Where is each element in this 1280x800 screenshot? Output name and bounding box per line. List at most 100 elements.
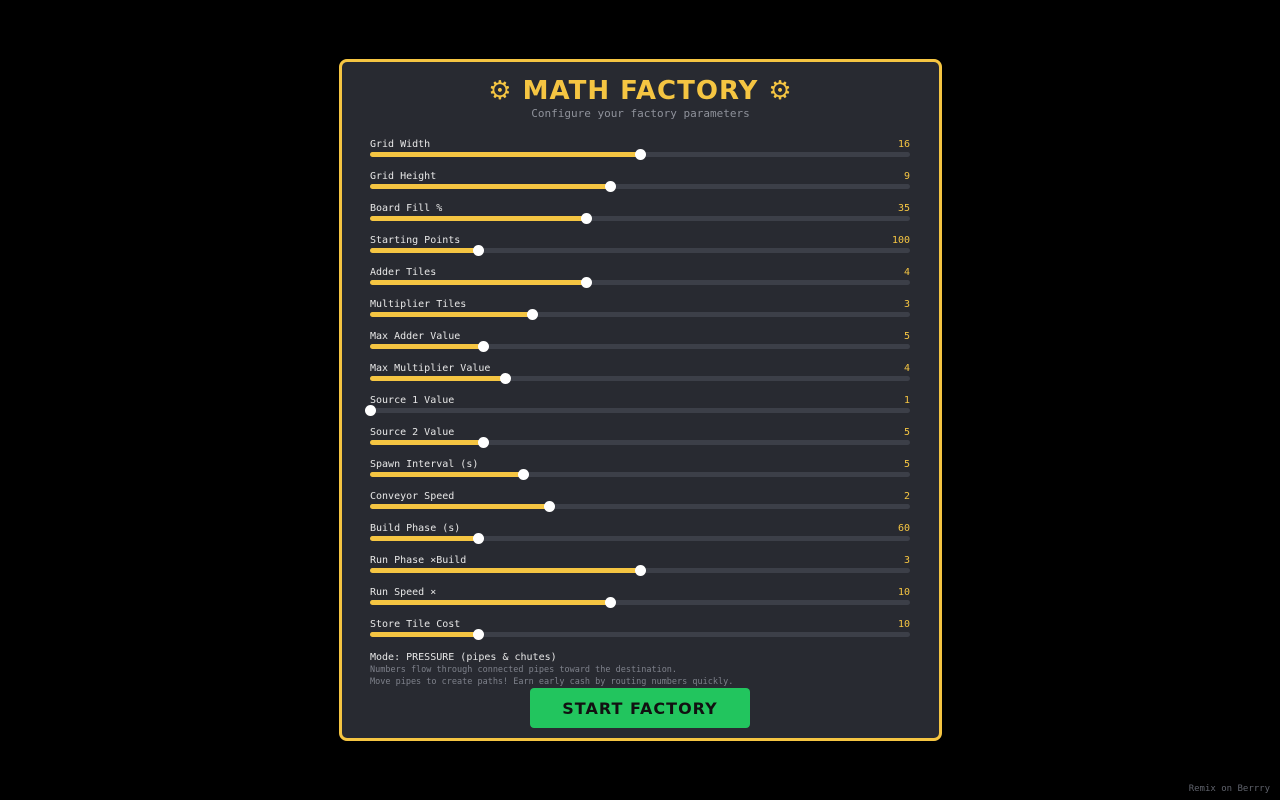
slider-fill (370, 344, 484, 349)
slider-adder-tiles: Adder Tiles 4 (370, 266, 910, 298)
slider-thumb[interactable] (634, 149, 646, 160)
page-title: ⚙ MATH FACTORY ⚙ (488, 76, 793, 106)
slider-grid-height: Grid Height 9 (370, 170, 910, 202)
settings-panel: ⚙ MATH FACTORY ⚙ Configure your factory … (339, 59, 942, 741)
slider-fill (370, 536, 478, 541)
slider-thumb[interactable] (477, 437, 489, 448)
slider-thumb[interactable] (544, 501, 556, 512)
slider-value: 10 (897, 619, 910, 630)
slider-source-2-value: Source 2 Value 5 (370, 426, 910, 458)
slider-fill (370, 312, 532, 317)
start-factory-button[interactable]: START FACTORY (530, 688, 750, 728)
slider-run-phase-build: Run Phase ×Build 3 (370, 554, 910, 586)
slider-track[interactable] (370, 277, 910, 288)
page-subtitle: Configure your factory parameters (531, 107, 750, 120)
slider-track[interactable] (370, 341, 910, 352)
slider-label: Multiplier Tiles (370, 299, 467, 310)
slider-fill (370, 632, 478, 637)
remix-link[interactable]: Remix on Berrry (1189, 783, 1270, 795)
slider-value: 10 (897, 587, 910, 598)
slider-fill (370, 504, 550, 509)
slider-thumb[interactable] (580, 213, 592, 224)
slider-track[interactable] (370, 629, 910, 640)
slider-thumb[interactable] (580, 277, 592, 288)
slider-thumb[interactable] (518, 469, 530, 480)
slider-label: Starting Points (370, 235, 461, 246)
slider-conveyor-speed: Conveyor Speed 2 (370, 490, 910, 522)
slider-value: 3 (903, 299, 910, 310)
slider-thumb[interactable] (364, 405, 376, 416)
slider-value: 16 (897, 139, 910, 150)
slider-value: 60 (897, 523, 910, 534)
slider-value: 100 (891, 235, 910, 246)
slider-label: Grid Width (370, 139, 431, 150)
slider-track[interactable] (370, 213, 910, 224)
slider-thumb[interactable] (499, 373, 511, 384)
slider-track[interactable] (370, 469, 910, 480)
slider-board-fill: Board Fill % 35 (370, 202, 910, 234)
slider-label: Spawn Interval (s) (370, 459, 479, 470)
slider-fill (370, 376, 505, 381)
slider-thumb[interactable] (604, 597, 616, 608)
slider-track[interactable] (370, 373, 910, 384)
slider-track[interactable] (370, 597, 910, 608)
slider-label: Run Phase ×Build (370, 555, 467, 566)
slider-thumb[interactable] (634, 565, 646, 576)
mode-description-line: Numbers flow through connected pipes tow… (370, 665, 678, 675)
slider-label: Grid Height (370, 171, 437, 182)
slider-value: 5 (903, 459, 910, 470)
slider-label: Build Phase (s) (370, 523, 461, 534)
slider-track[interactable] (370, 309, 910, 320)
slider-grid-width: Grid Width 16 (370, 138, 910, 170)
slider-label: Adder Tiles (370, 267, 437, 278)
slider-fill (370, 248, 478, 253)
slider-track[interactable] (364, 405, 910, 416)
slider-fill (370, 600, 611, 605)
slider-label: Board Fill % (370, 203, 443, 214)
slider-starting-points: Starting Points 100 (370, 234, 910, 266)
slider-multiplier-tiles: Multiplier Tiles 3 (370, 298, 910, 330)
slider-fill (370, 184, 611, 189)
slider-label: Max Adder Value (370, 331, 461, 342)
slider-track[interactable] (370, 437, 910, 448)
slider-spawn-interval-s: Spawn Interval (s) 5 (370, 458, 910, 490)
slider-thumb[interactable] (472, 245, 484, 256)
slider-track[interactable] (370, 149, 910, 160)
slider-label: Conveyor Speed (370, 491, 455, 502)
slider-track[interactable] (370, 501, 910, 512)
slider-fill (370, 152, 640, 157)
slider-track[interactable] (370, 181, 910, 192)
slider-label: Max Multiplier Value (370, 363, 491, 374)
slider-fill (370, 280, 586, 285)
slider-value: 2 (903, 491, 910, 502)
slider-thumb[interactable] (472, 533, 484, 544)
slider-track[interactable] (370, 245, 910, 256)
slider-source-1-value: Source 1 Value 1 (364, 394, 910, 426)
slider-label: Run Speed × (370, 587, 437, 598)
slider-fill (370, 568, 640, 573)
slider-thumb[interactable] (604, 181, 616, 192)
slider-thumb[interactable] (472, 629, 484, 640)
slider-track[interactable] (370, 565, 910, 576)
slider-fill (370, 472, 524, 477)
slider-thumb[interactable] (477, 341, 489, 352)
mode-label: Mode: PRESSURE (pipes & chutes) (370, 652, 557, 663)
slider-value: 4 (903, 363, 910, 374)
slider-fill (370, 216, 586, 221)
slider-thumb[interactable] (526, 309, 538, 320)
slider-value: 9 (903, 171, 910, 182)
mode-description-line: Move pipes to create paths! Earn early c… (370, 677, 734, 687)
slider-track[interactable] (370, 533, 910, 544)
slider-max-adder-value: Max Adder Value 5 (370, 330, 910, 362)
slider-list: Grid Width 16 Grid Height 9 Board Fill % 35 St… (364, 138, 910, 650)
slider-label: Source 1 Value (370, 395, 455, 406)
slider-value: 4 (903, 267, 910, 278)
slider-value: 5 (903, 331, 910, 342)
slider-max-multiplier-value: Max Multiplier Value 4 (370, 362, 910, 394)
slider-value: 35 (897, 203, 910, 214)
slider-run-speed: Run Speed × 10 (370, 586, 910, 618)
slider-fill (370, 440, 484, 445)
slider-value: 3 (903, 555, 910, 566)
slider-label: Store Tile Cost (370, 619, 461, 630)
slider-store-tile-cost: Store Tile Cost 10 (370, 618, 910, 650)
